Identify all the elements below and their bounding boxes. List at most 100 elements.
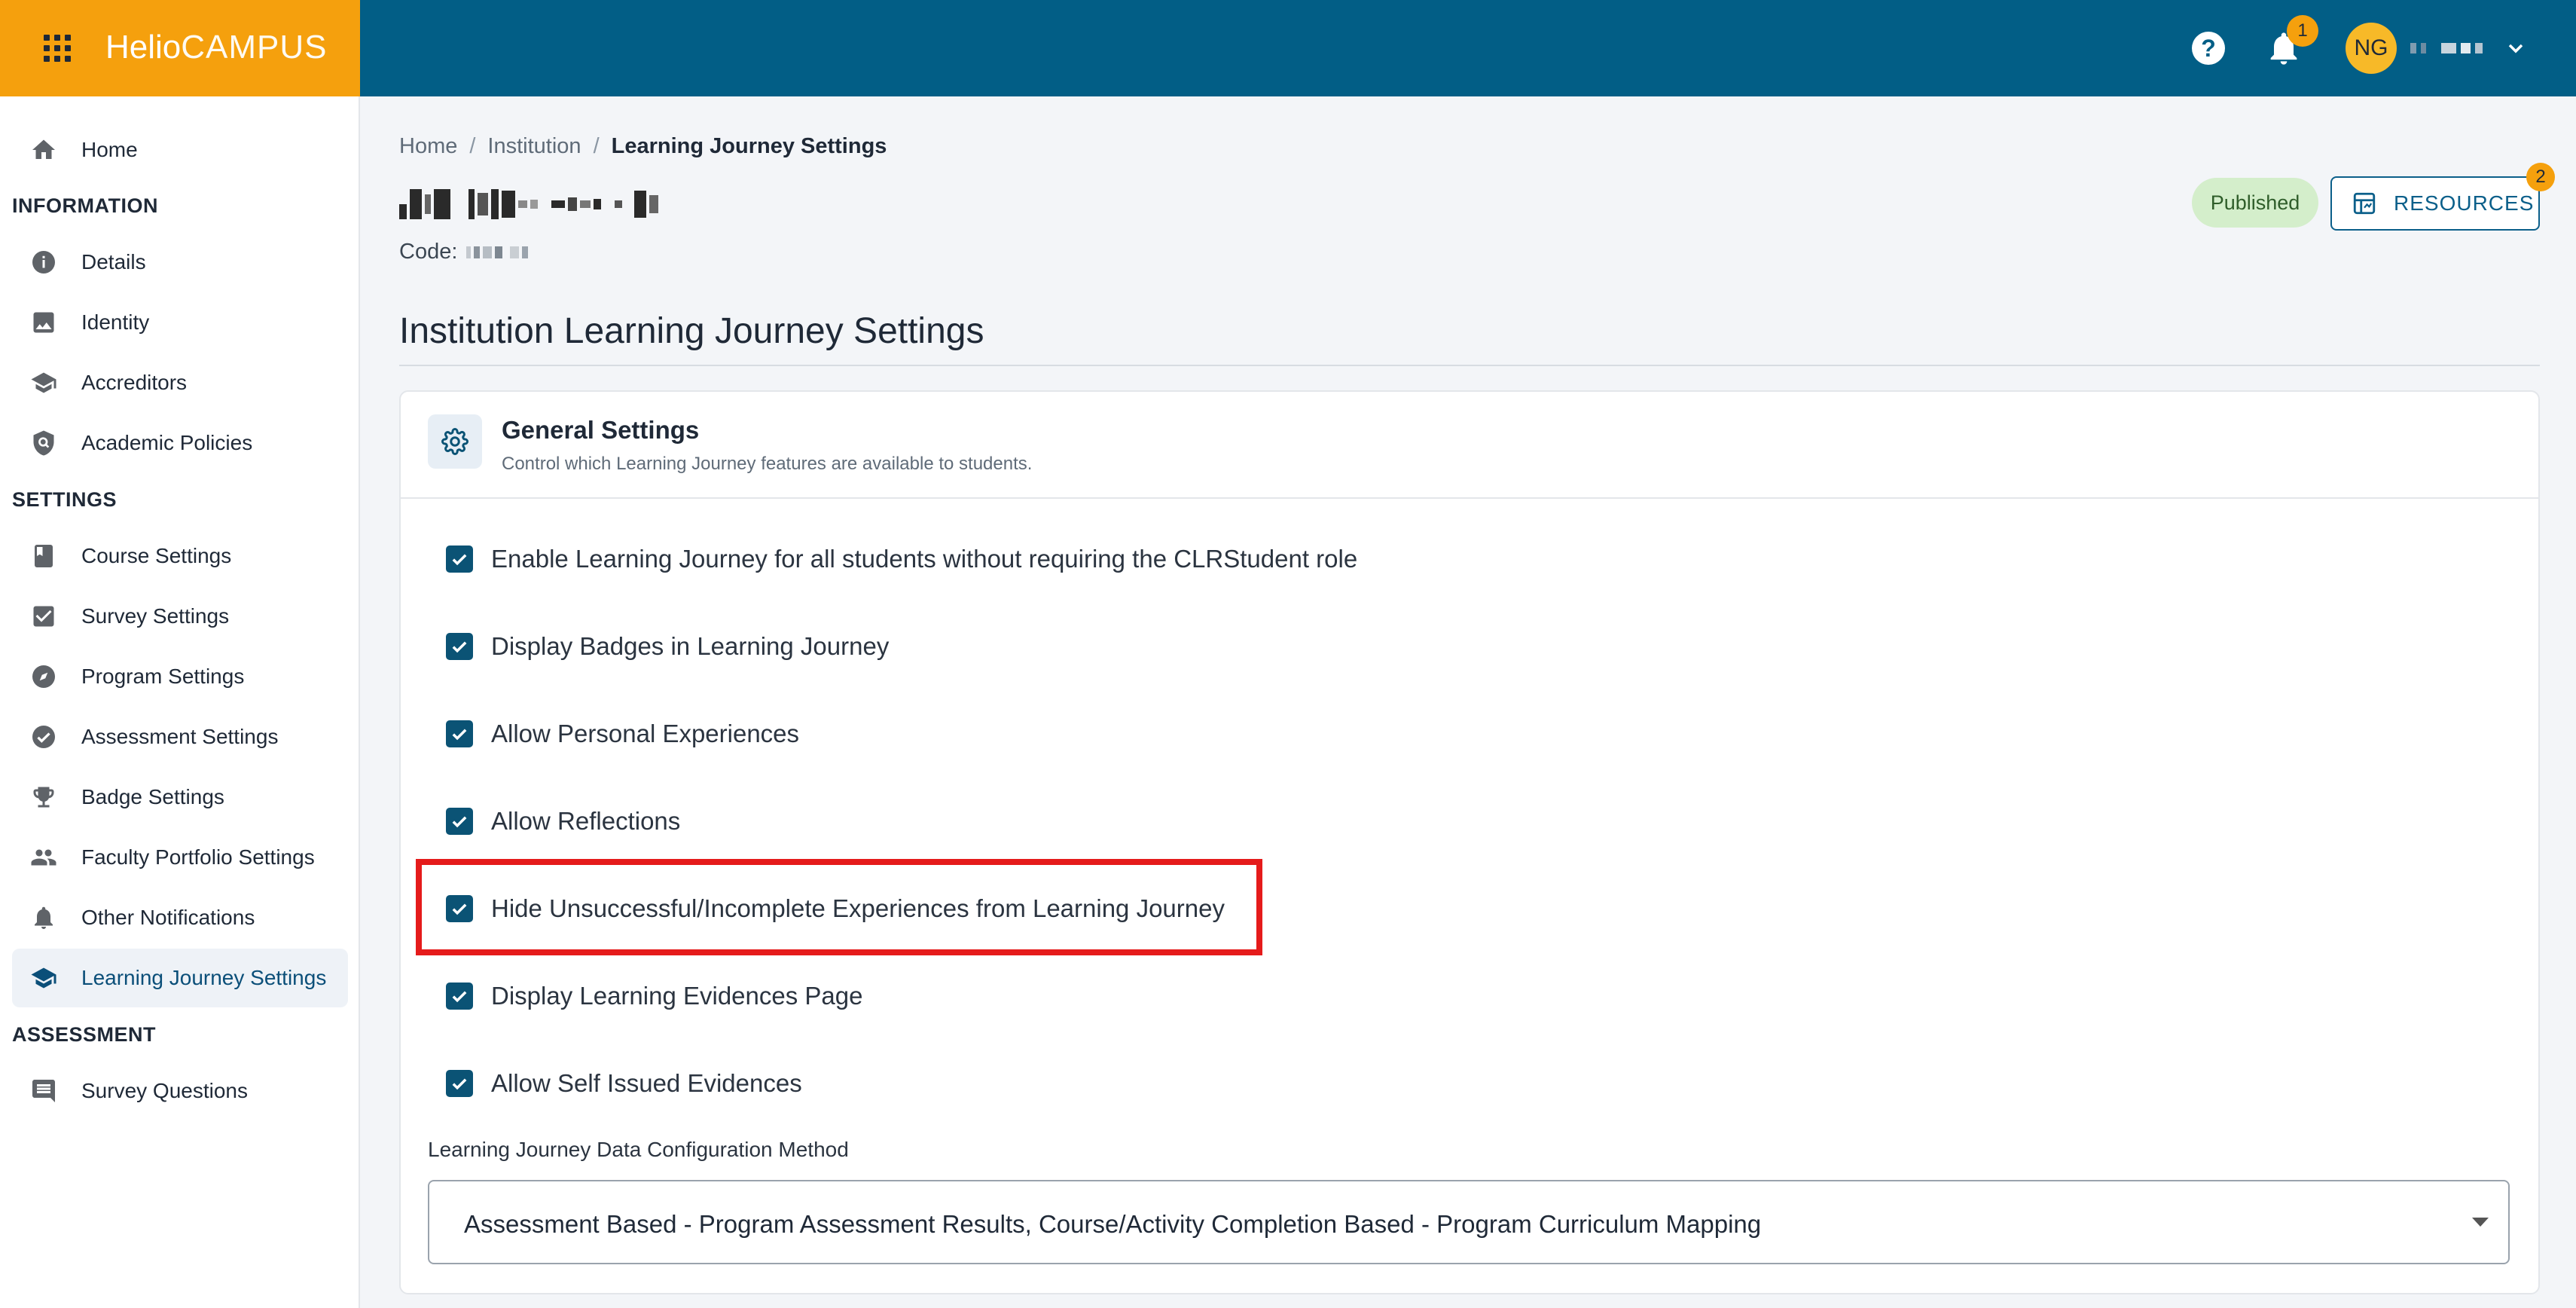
checkbox-checked-icon[interactable] [446,546,473,573]
breadcrumb-institution-link[interactable]: Institution [487,134,581,158]
dashboard-icon [2353,192,2376,215]
breadcrumb-separator: / [593,134,600,158]
page-title: Institution Learning Journey Settings [399,311,984,351]
sidebar-item-course-settings[interactable]: Course Settings [12,527,348,585]
brand-area: HelioCAMPUS [0,0,360,96]
checkbox-checked-icon[interactable] [446,808,473,835]
breadcrumb-current: Learning Journey Settings [611,134,887,158]
help-icon[interactable]: ? [2192,32,2225,65]
checkbox-label: Allow Self Issued Evidences [491,1069,802,1097]
bell-icon [35,906,53,929]
checkbox-hide-unsuccessful-experiences[interactable]: Hide Unsuccessful/Incomplete Experiences… [446,886,1225,931]
notification-count-badge: 1 [2287,15,2318,47]
gear-icon [428,414,482,469]
sidebar-item-label: Accreditors [81,371,188,394]
card-title: General Settings [502,416,700,444]
sidebar-item-label: Survey Settings [81,604,230,628]
status-badge: Published [2192,178,2318,228]
chevron-down-icon[interactable] [2504,36,2528,60]
general-settings-card: General Settings Control which Learning … [399,390,2540,1294]
user-name-redacted [2410,41,2483,56]
checkbox-label: Allow Reflections [491,807,681,835]
config-method-label: Learning Journey Data Configuration Meth… [428,1138,849,1161]
institution-name-redacted [399,185,716,223]
checkbox-label: Hide Unsuccessful/Incomplete Experiences… [491,894,1225,922]
checkbox-checked-icon[interactable] [446,1070,473,1097]
compass-icon [32,665,55,688]
sidebar-item-label: Other Notifications [81,906,255,929]
sidebar-item-label: Badge Settings [81,785,224,808]
sidebar-item-academic-policies[interactable]: Academic Policies [12,414,348,472]
image-icon [33,312,54,333]
trophy-icon [33,787,54,808]
code-value-redacted [466,246,529,258]
checkbox-checked-icon[interactable] [446,633,473,660]
home-icon [32,139,55,159]
card-subtitle: Control which Learning Journey features … [502,454,1033,474]
sidebar-item-label: Faculty Portfolio Settings [81,845,315,869]
resources-button-label: RESOURCES [2394,191,2535,215]
sidebar-item-faculty-portfolio-settings[interactable]: Faculty Portfolio Settings [12,828,348,887]
breadcrumb-separator: / [469,134,476,158]
config-method-select[interactable]: Assessment Based - Program Assessment Re… [428,1180,2510,1264]
logo-text-campus: CAMPUS [181,29,328,66]
sidebar-item-identity[interactable]: Identity [12,293,348,352]
sidebar-item-other-notifications[interactable]: Other Notifications [12,888,348,947]
check-box-icon [33,606,54,627]
sidebar-item-assessment-settings[interactable]: Assessment Settings [12,707,348,766]
section-heading-settings: SETTINGS [12,488,118,511]
sidebar-item-program-settings[interactable]: Program Settings [12,647,348,706]
checkbox-enable-learning-journey[interactable]: Enable Learning Journey for all students… [446,536,1357,582]
checkbox-allow-self-issued-evidences[interactable]: Allow Self Issued Evidences [446,1061,802,1106]
resources-button[interactable]: RESOURCES [2330,176,2540,231]
sidebar-item-label: Details [81,250,146,274]
book-icon [35,545,53,567]
code-label: Code: [399,240,458,264]
policy-shield-icon [33,430,54,456]
institution-code: Code: [399,240,529,264]
checkbox-label: Enable Learning Journey for all students… [491,545,1358,573]
section-heading-information: INFORMATION [12,194,158,217]
checkbox-display-learning-evidences[interactable]: Display Learning Evidences Page [446,973,862,1019]
sidebar-item-accreditors[interactable]: Accreditors [12,353,348,412]
sidebar-item-learning-journey-settings[interactable]: Learning Journey Settings [12,949,348,1007]
resources-count-badge: 2 [2526,163,2555,191]
comment-icon [32,1080,55,1102]
sidebar-item-label: Learning Journey Settings [81,966,327,989]
top-bar: HelioCAMPUS ? 1 NG [0,0,2576,96]
sidebar-item-survey-questions[interactable]: Survey Questions [12,1062,348,1120]
sidebar-item-label: Assessment Settings [81,725,279,748]
checkbox-label: Allow Personal Experiences [491,720,800,747]
checkbox-label: Display Badges in Learning Journey [491,632,890,660]
checkbox-allow-reflections[interactable]: Allow Reflections [446,799,680,844]
checkbox-checked-icon[interactable] [446,983,473,1010]
checkbox-checked-icon[interactable] [446,895,473,922]
dropdown-arrow-icon[interactable] [2472,1218,2489,1227]
helio-campus-logo[interactable]: HelioCAMPUS [105,29,328,66]
section-heading-assessment: ASSESSMENT [12,1023,157,1046]
breadcrumb-home-link[interactable]: Home [399,134,457,158]
sidebar: Home INFORMATION Details Identity Accred… [0,96,360,1308]
sidebar-item-home[interactable]: Home [12,121,348,179]
checkbox-allow-personal-experiences[interactable]: Allow Personal Experiences [446,711,799,756]
user-avatar[interactable]: NG [2346,23,2397,74]
logo-text-helio: Helio [105,29,182,66]
sidebar-item-label: Home [81,138,138,161]
checkbox-checked-icon[interactable] [446,720,473,747]
sidebar-item-label: Identity [81,310,150,334]
people-icon [31,849,56,866]
sidebar-item-label: Academic Policies [81,431,253,454]
school-icon [31,372,56,393]
sidebar-item-label: Survey Questions [81,1079,248,1102]
card-header: General Settings Control which Learning … [401,392,2538,499]
sidebar-item-badge-settings[interactable]: Badge Settings [12,768,348,827]
app-launcher-icon[interactable] [44,35,71,62]
sidebar-item-details[interactable]: Details [12,233,348,292]
sidebar-item-label: Program Settings [81,665,245,688]
config-method-value: Assessment Based - Program Assessment Re… [464,1210,1762,1238]
checkbox-display-badges[interactable]: Display Badges in Learning Journey [446,624,889,669]
info-icon [32,251,55,274]
sidebar-item-survey-settings[interactable]: Survey Settings [12,587,348,646]
breadcrumb: Home / Institution / Learning Journey Settin… [399,134,887,159]
checkbox-label: Display Learning Evidences Page [491,982,863,1010]
